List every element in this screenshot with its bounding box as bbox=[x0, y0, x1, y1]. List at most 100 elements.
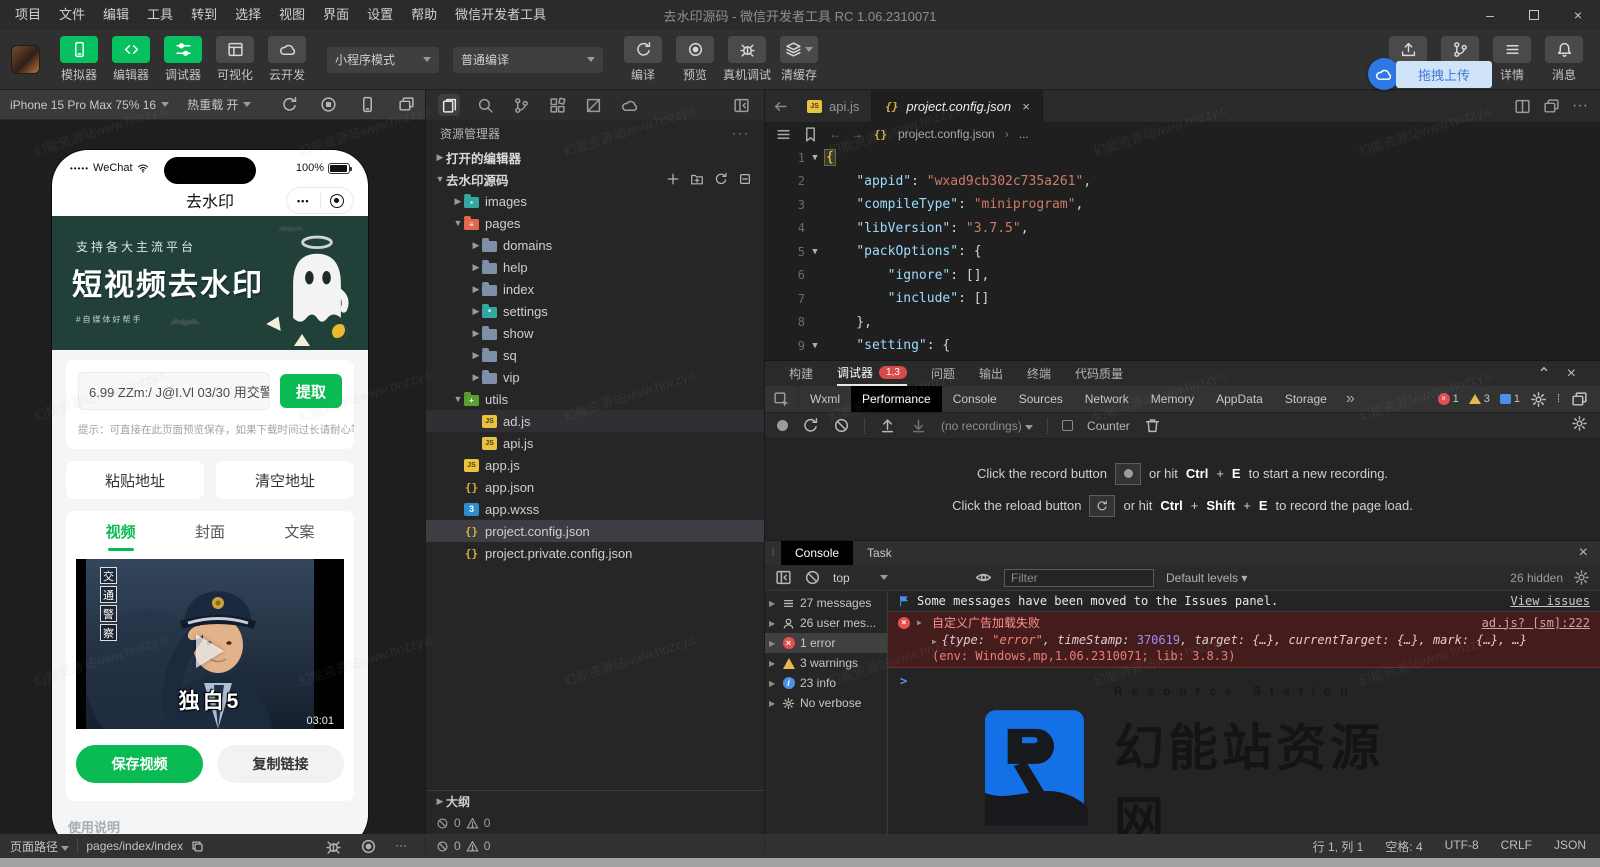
tree-item-project.private.config.json[interactable]: {} project.private.config.json bbox=[426, 542, 764, 564]
editor-tab-api.js[interactable]: JS api.js bbox=[795, 90, 873, 122]
console-close-icon[interactable]: × bbox=[1579, 541, 1600, 565]
save-video-button[interactable]: 保存视频 bbox=[76, 745, 203, 783]
maximize-button[interactable] bbox=[1512, 0, 1556, 30]
tree-item-pages[interactable]: ▼ pages bbox=[426, 212, 764, 234]
new-folder-icon[interactable] bbox=[690, 172, 704, 186]
copy-path-icon[interactable] bbox=[191, 840, 204, 853]
cloud-icon[interactable] bbox=[618, 94, 640, 116]
close-button[interactable]: × bbox=[1556, 0, 1600, 30]
device-icon[interactable] bbox=[359, 96, 376, 113]
editor-more-icon[interactable]: ··· bbox=[1572, 97, 1588, 115]
toolbar-btn-phone-icon[interactable] bbox=[60, 36, 98, 63]
console-settings-icon[interactable] bbox=[1573, 569, 1590, 586]
console-tab-Task[interactable]: Task bbox=[853, 541, 906, 565]
action-btn-3[interactable]: 清缓存 bbox=[773, 36, 825, 83]
console-filter-list[interactable]: ▶ 27 messages bbox=[765, 593, 887, 613]
split-editor-icon[interactable] bbox=[1514, 98, 1531, 115]
console-filter-error[interactable]: ▶ × 1 error bbox=[765, 633, 887, 653]
watch-icon[interactable] bbox=[360, 838, 377, 855]
reload-button-glyph[interactable] bbox=[1089, 494, 1116, 517]
restart-icon[interactable] bbox=[281, 96, 298, 113]
toolbar-btn-sliders-icon[interactable] bbox=[164, 36, 202, 63]
git-branch-icon[interactable] bbox=[510, 94, 532, 116]
play-icon[interactable] bbox=[196, 633, 224, 668]
search-icon[interactable] bbox=[474, 94, 496, 116]
open-editors-section[interactable]: ▶ 打开的编辑器 bbox=[426, 146, 764, 168]
toolbar-btn-sliders[interactable]: 调试器 bbox=[157, 36, 209, 83]
device-select[interactable]: iPhone 15 Pro Max 75% 16 bbox=[10, 98, 170, 112]
right-btn-2[interactable]: 详情 bbox=[1486, 36, 1538, 83]
code-editor[interactable]: 1 ▼{2 "appid": "wxad9cb302c735a261", 3 "co… bbox=[765, 146, 1600, 360]
action-btn-2-icon[interactable] bbox=[728, 36, 766, 63]
levels-select[interactable]: Default levels ▾ bbox=[1166, 571, 1247, 585]
panel-tab-终端[interactable]: 终端 bbox=[1027, 361, 1051, 386]
tree-item-sq[interactable]: ▶ sq bbox=[426, 344, 764, 366]
tree-item-app.js[interactable]: JS app.js bbox=[426, 454, 764, 476]
tree-item-project.config.json[interactable]: {} project.config.json bbox=[426, 520, 764, 542]
more-actions-icon[interactable]: ··· bbox=[732, 126, 750, 140]
tab-文案[interactable]: 文案 bbox=[255, 521, 344, 542]
bookmark-icon[interactable] bbox=[802, 126, 819, 143]
copy-link-button[interactable]: 复制链接 bbox=[217, 745, 344, 783]
tree-item-vip[interactable]: ▶ vip bbox=[426, 366, 764, 388]
save-profile-icon[interactable] bbox=[910, 417, 927, 434]
extract-button[interactable]: 提取 bbox=[280, 374, 342, 408]
devtools-tab-Console[interactable]: Console bbox=[942, 386, 1008, 412]
debug-icon[interactable] bbox=[325, 838, 342, 855]
console-clear-icon[interactable] bbox=[804, 569, 821, 586]
warning-badge[interactable]: 3 bbox=[1468, 393, 1490, 405]
menu-item-5[interactable]: 选择 bbox=[226, 0, 270, 30]
toolbar-btn-code-icon[interactable] bbox=[112, 36, 150, 63]
tab-视频[interactable]: 视频 bbox=[76, 521, 165, 542]
right-btn-3[interactable]: 消息 bbox=[1538, 36, 1590, 83]
close-panel-icon[interactable]: × bbox=[1567, 365, 1576, 383]
message-badge[interactable]: 1 bbox=[1499, 393, 1520, 405]
error-source-link[interactable]: ad.js? [sm]:222 bbox=[1482, 616, 1590, 630]
menu-item-8[interactable]: 设置 bbox=[358, 0, 402, 30]
menu-item-4[interactable]: 转到 bbox=[182, 0, 226, 30]
project-root-section[interactable]: ▼ 去水印源码 bbox=[426, 168, 764, 190]
files-icon[interactable] bbox=[438, 94, 460, 116]
tree-item-app.json[interactable]: {} app.json bbox=[426, 476, 764, 498]
panel-tab-输出[interactable]: 输出 bbox=[979, 361, 1003, 386]
counter-checkbox[interactable] bbox=[1062, 420, 1074, 431]
console-filter-user[interactable]: ▶ 26 user mes... bbox=[765, 613, 887, 633]
page-path-label[interactable]: 页面路径 bbox=[10, 838, 70, 855]
action-btn-2[interactable]: 真机调试 bbox=[721, 36, 773, 83]
open-preview-icon[interactable] bbox=[1543, 98, 1560, 115]
new-file-icon[interactable] bbox=[666, 172, 680, 186]
console-tab-Console[interactable]: Console bbox=[781, 541, 854, 565]
hot-reload-toggle[interactable]: 热重载 开 bbox=[187, 96, 252, 113]
panel-tab-构建[interactable]: 构建 bbox=[789, 361, 813, 386]
action-btn-0-icon[interactable] bbox=[624, 36, 662, 63]
devtools-tab-Wxml[interactable]: Wxml bbox=[799, 386, 851, 412]
toolbar-btn-phone[interactable]: 模拟器 bbox=[53, 36, 105, 83]
console-filter-gear[interactable]: ▶ No verbose bbox=[765, 693, 887, 713]
back-icon[interactable] bbox=[765, 90, 795, 122]
perf-settings-icon[interactable] bbox=[1571, 415, 1588, 432]
live-expression-icon[interactable] bbox=[975, 569, 992, 586]
toolbar-btn-code[interactable]: 编辑器 bbox=[105, 36, 157, 83]
more-icon[interactable]: ··· bbox=[395, 838, 407, 855]
record-button-glyph[interactable] bbox=[1115, 462, 1142, 485]
console-filter-info[interactable]: ▶ i 23 info bbox=[765, 673, 887, 693]
right-btn-2-icon[interactable] bbox=[1493, 36, 1531, 63]
status-item-2[interactable]: UTF-8 bbox=[1445, 838, 1479, 855]
nav-back-icon[interactable]: ← bbox=[829, 127, 841, 141]
toolbar-btn-grid-icon[interactable] bbox=[216, 36, 254, 63]
status-item-1[interactable]: 空格: 4 bbox=[1385, 838, 1422, 855]
close-tab-icon[interactable]: × bbox=[1022, 99, 1030, 114]
menu-item-6[interactable]: 视图 bbox=[270, 0, 314, 30]
user-avatar[interactable] bbox=[12, 46, 39, 73]
toolbar-btn-grid[interactable]: 可视化 bbox=[209, 36, 261, 83]
video-url-input[interactable]: 6.99 ZZm:/ J@I.Vl 03/30 用交警老沙 bbox=[78, 372, 270, 410]
more-tabs-icon[interactable]: » bbox=[1338, 390, 1363, 408]
tree-item-domains[interactable]: ▶ domains bbox=[426, 234, 764, 256]
editor-tab-project.config.json[interactable]: {} project.config.json × bbox=[872, 90, 1043, 122]
toolbar-btn-cloud[interactable]: 云开发 bbox=[261, 36, 313, 83]
menu-item-9[interactable]: 帮助 bbox=[402, 0, 446, 30]
load-profile-icon[interactable] bbox=[879, 417, 896, 434]
panel-tab-代码质量[interactable]: 代码质量 bbox=[1075, 361, 1123, 386]
clear-icon[interactable] bbox=[833, 417, 850, 434]
extensions-icon[interactable] bbox=[546, 94, 568, 116]
